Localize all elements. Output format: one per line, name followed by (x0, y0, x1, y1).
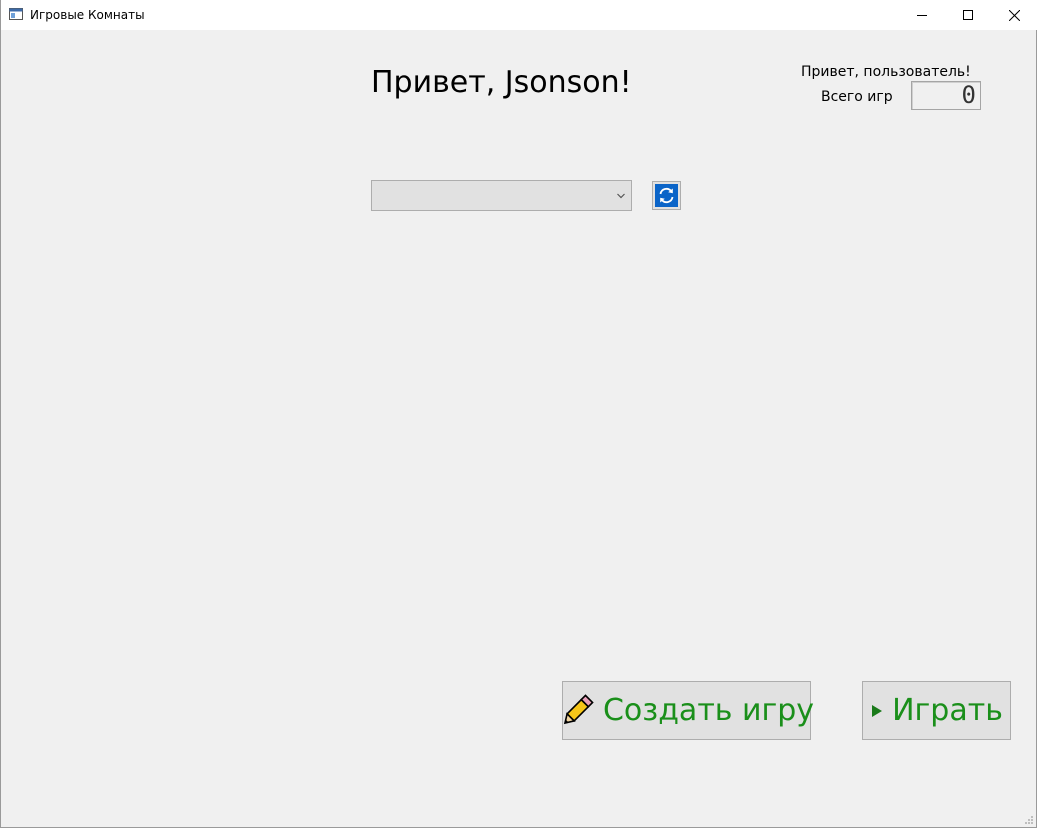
resize-grip-icon[interactable] (1024, 815, 1034, 825)
create-game-button[interactable]: Создать игру (559, 681, 815, 740)
close-button[interactable] (991, 0, 1037, 30)
refresh-button[interactable] (652, 181, 681, 210)
create-game-label: Создать игру (602, 693, 815, 728)
room-select[interactable] (371, 180, 632, 211)
close-icon (1008, 9, 1020, 21)
refresh-icon (655, 184, 678, 207)
games-total-value: 0 (961, 81, 976, 109)
user-greeting-label: Привет, пользователь! (801, 64, 971, 80)
maximize-button[interactable] (945, 0, 991, 30)
chevron-down-icon (617, 193, 625, 199)
minimize-button[interactable] (899, 0, 945, 30)
greeting-heading: Привет, Jsonson! (371, 65, 632, 100)
maximize-icon (963, 10, 973, 20)
app-window-icon (9, 8, 23, 20)
window-title: Игровые Комнаты (30, 8, 145, 22)
games-total-label: Всего игр (821, 89, 893, 105)
play-button[interactable]: Играть (862, 681, 1011, 740)
title-bar[interactable]: Игровые Комнаты (1, 0, 1037, 30)
play-label: Играть (892, 693, 1003, 728)
minimize-icon (917, 15, 927, 16)
play-icon (870, 703, 884, 719)
pencil-icon (559, 693, 595, 729)
app-window: Игровые Комнаты Привет, Jsonson! Привет,… (0, 0, 1037, 828)
games-total-counter: 0 (911, 81, 981, 110)
